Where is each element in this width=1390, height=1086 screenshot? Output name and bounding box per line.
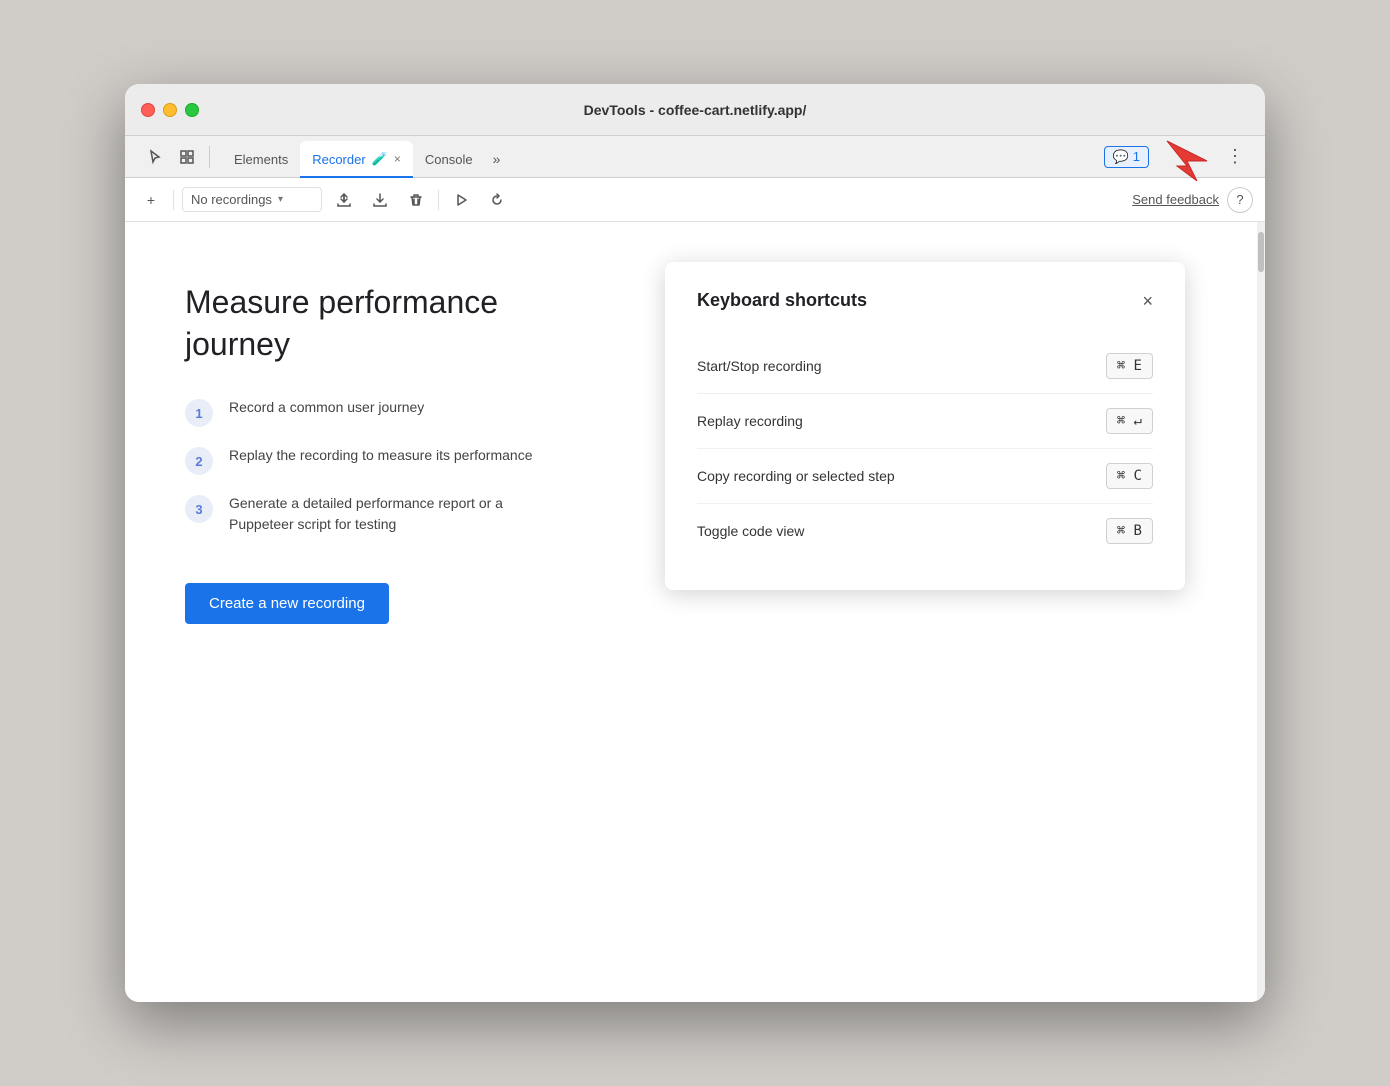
step-number-1: 1 (185, 399, 213, 427)
shortcut-row-1: Replay recording ⌘ ↵ (697, 394, 1153, 449)
close-button[interactable] (141, 103, 155, 117)
welcome-heading: Measure performance journey (185, 282, 645, 365)
tab-actions: 💬 1 ⋮ (1096, 136, 1257, 177)
notification-badge[interactable]: 💬 1 (1104, 146, 1149, 168)
shortcuts-title: Keyboard shortcuts (697, 290, 867, 311)
toolbar-divider-2 (438, 190, 439, 210)
no-recordings-label: No recordings (191, 192, 272, 207)
traffic-lights (141, 103, 199, 117)
scroll-thumb (1258, 232, 1264, 272)
shortcut-key-2: ⌘ C (1106, 463, 1153, 489)
toolbar-divider-1 (173, 190, 174, 210)
tabs-row: Elements Recorder 🧪 × Console » 💬 1 ⋮ (125, 136, 1265, 178)
cursor-icon[interactable] (141, 143, 169, 171)
send-feedback-button[interactable]: Send feedback (1132, 192, 1219, 207)
shortcut-key-0: ⌘ E (1106, 353, 1153, 379)
notification-icon: 💬 (1113, 149, 1129, 165)
tab-elements[interactable]: Elements (222, 141, 300, 177)
step-text-2: Replay the recording to measure its perf… (229, 445, 532, 466)
shortcut-label-0: Start/Stop recording (697, 358, 822, 374)
inspect-icon[interactable] (173, 143, 201, 171)
devtools-window: DevTools - coffee-cart.netlify.app/ Elem… (125, 84, 1265, 1002)
tab-icons (133, 136, 222, 177)
steps-list: 1 Record a common user journey 2 Replay … (185, 397, 645, 535)
recordings-dropdown[interactable]: No recordings ▾ (182, 187, 322, 212)
red-arrow-container (1157, 136, 1217, 178)
play-button[interactable] (447, 186, 475, 214)
window-title: DevTools - coffee-cart.netlify.app/ (584, 102, 807, 118)
step-number-3: 3 (185, 495, 213, 523)
import-button[interactable] (366, 186, 394, 214)
replay-button[interactable] (483, 186, 511, 214)
heading-line2: journey (185, 326, 290, 362)
keyboard-shortcuts-popup: Keyboard shortcuts × Start/Stop recordin… (665, 262, 1185, 590)
devtools-menu-button[interactable]: ⋮ (1221, 143, 1249, 171)
main-content: Measure performance journey 1 Record a c… (125, 222, 1265, 1002)
shortcuts-close-button[interactable]: × (1142, 292, 1153, 310)
add-recording-button[interactable]: + (137, 186, 165, 214)
shortcut-key-1: ⌘ ↵ (1106, 408, 1153, 434)
shortcut-row-0: Start/Stop recording ⌘ E (697, 339, 1153, 394)
step-number-2: 2 (185, 447, 213, 475)
tab-more-button[interactable]: » (485, 141, 509, 177)
notification-count: 1 (1133, 149, 1140, 164)
tab-console-label: Console (425, 152, 473, 167)
step-text-3: Generate a detailed performance report o… (229, 493, 503, 535)
dropdown-chevron-icon: ▾ (278, 194, 283, 205)
step-item-2: 2 Replay the recording to measure its pe… (185, 445, 645, 475)
tab-recorder[interactable]: Recorder 🧪 × (300, 141, 413, 177)
delete-button[interactable] (402, 186, 430, 214)
shortcut-label-3: Toggle code view (697, 523, 804, 539)
scrollbar[interactable] (1257, 222, 1265, 1002)
minimize-button[interactable] (163, 103, 177, 117)
shortcut-label-1: Replay recording (697, 413, 803, 429)
heading-line1: Measure performance (185, 284, 498, 320)
tab-console[interactable]: Console (413, 141, 485, 177)
fullscreen-button[interactable] (185, 103, 199, 117)
shortcut-row-3: Toggle code view ⌘ B (697, 504, 1153, 558)
tab-recorder-close[interactable]: × (394, 152, 401, 166)
red-arrow-icon (1157, 136, 1217, 186)
shortcuts-header: Keyboard shortcuts × (697, 290, 1153, 311)
tab-divider (209, 146, 210, 168)
step-item-3: 3 Generate a detailed performance report… (185, 493, 645, 535)
step-text-1: Record a common user journey (229, 397, 424, 418)
recorder-flask-icon: 🧪 (372, 151, 388, 167)
recorder-toolbar: + No recordings ▾ (125, 178, 1265, 222)
step-item-1: 1 Record a common user journey (185, 397, 645, 427)
titlebar: DevTools - coffee-cart.netlify.app/ (125, 84, 1265, 136)
shortcut-key-3: ⌘ B (1106, 518, 1153, 544)
tab-recorder-label: Recorder (312, 152, 365, 167)
shortcut-label-2: Copy recording or selected step (697, 468, 895, 484)
create-recording-button[interactable]: Create a new recording (185, 583, 389, 624)
help-button[interactable]: ? (1227, 187, 1253, 213)
tab-elements-label: Elements (234, 152, 288, 167)
export-button[interactable] (330, 186, 358, 214)
shortcut-row-2: Copy recording or selected step ⌘ C (697, 449, 1153, 504)
